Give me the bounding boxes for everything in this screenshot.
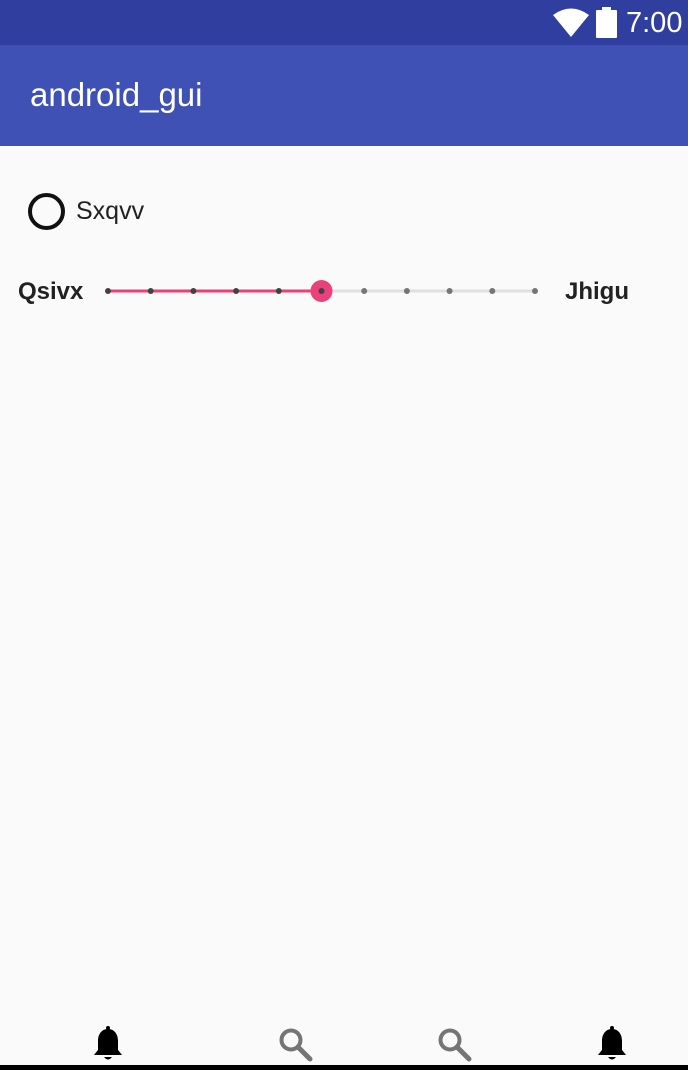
slider-tick <box>147 288 154 294</box>
navigation-bar-edge <box>0 1065 688 1070</box>
radio-option-sxqvv[interactable]: Sxqvv <box>28 192 228 230</box>
search-icon[interactable] <box>277 1026 313 1062</box>
search-icon[interactable] <box>436 1026 472 1062</box>
bottom-navigation <box>0 1018 688 1070</box>
radio-label: Sxqvv <box>76 197 145 225</box>
status-bar: 7:00 <box>0 0 688 45</box>
slider-tick <box>403 288 410 294</box>
battery-icon <box>596 7 617 38</box>
app-title: android_gui <box>30 76 203 113</box>
app-bar: android_gui <box>0 45 688 146</box>
wifi-icon <box>553 8 589 37</box>
slider-tick <box>233 288 240 294</box>
slider-thumb-tick <box>318 288 325 294</box>
radio-button[interactable] <box>28 193 65 230</box>
slider-tick <box>275 288 282 294</box>
bell-icon[interactable] <box>594 1026 630 1062</box>
status-time: 7:00 <box>626 7 683 39</box>
slider-max-label: Jhigu <box>565 278 629 305</box>
slider-tick <box>446 288 453 294</box>
bell-icon[interactable] <box>90 1026 126 1062</box>
discrete-slider-row: Qsivx Jhigu <box>0 270 688 314</box>
slider-min-label: Qsivx <box>18 278 84 305</box>
slider-tick <box>489 288 496 294</box>
slider-tick <box>190 288 197 294</box>
slider-tick <box>532 288 538 294</box>
discrete-slider[interactable] <box>100 276 550 306</box>
slider-tick <box>361 288 368 294</box>
slider-tick <box>105 288 111 294</box>
